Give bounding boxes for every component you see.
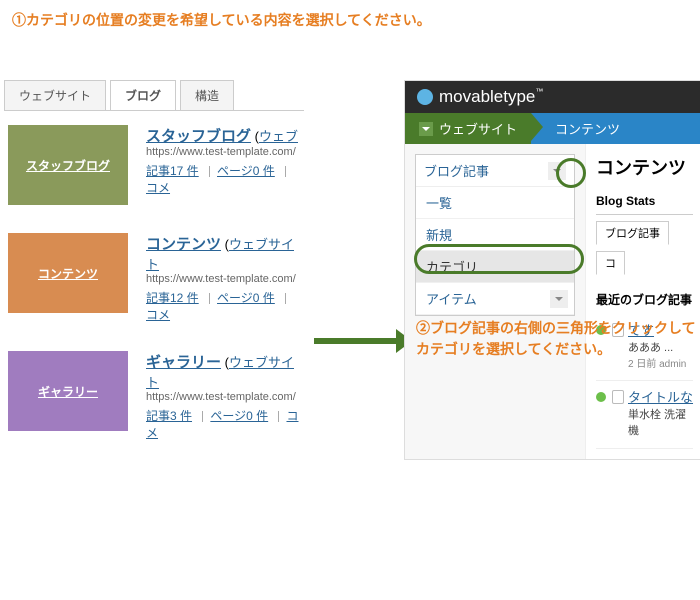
blog-row: ギャラリー ギャラリー (ウェブサイト https://www.test-tem…	[4, 345, 304, 463]
scope-link[interactable]: ウェブ	[259, 129, 298, 144]
entry-row: タイトルな 単水栓 洗濯機	[596, 381, 693, 449]
wrench-icon	[417, 89, 433, 105]
blog-tile-gallery[interactable]: ギャラリー	[8, 351, 128, 431]
blog-meta: ギャラリー (ウェブサイト https://www.test-template.…	[146, 351, 300, 441]
highlight-oval-icon	[414, 244, 584, 274]
pages-link[interactable]: ページ0 件	[217, 164, 275, 178]
blog-tile-contents[interactable]: コンテンツ	[8, 233, 128, 313]
pages-link[interactable]: ページ0 件	[217, 291, 275, 305]
blog-meta: コンテンツ (ウェブサイト https://www.test-template.…	[146, 233, 300, 323]
recent-entries-header: 最近のブログ記事	[596, 291, 693, 308]
entries-link[interactable]: 記事12 件	[146, 291, 199, 305]
mt-body: ブログ記事 一覧 新規 カテゴリ アイテム コンテンツ Blog Stats ブ…	[405, 144, 700, 459]
blog-row: スタッフブログ スタッフブログ (ウェブ https://www.test-te…	[4, 119, 304, 227]
side-item-list[interactable]: 一覧	[416, 187, 574, 219]
blog-title-link[interactable]: ギャラリー	[146, 354, 221, 371]
blog-meta: スタッフブログ (ウェブ https://www.test-template.c…	[146, 125, 300, 205]
side-item-item[interactable]: アイテム	[416, 283, 574, 315]
brand-label: movabletype™	[439, 87, 543, 107]
side-drop-label: ブログ記事	[424, 161, 489, 180]
blog-url: https://www.test-template.com/	[146, 273, 300, 285]
triangle-down-icon[interactable]	[550, 290, 568, 308]
nav-contents[interactable]: コンテンツ	[531, 113, 700, 144]
highlight-circle-icon	[556, 158, 586, 188]
comments-link[interactable]: コメ	[146, 308, 170, 322]
mt-sidebar: ブログ記事 一覧 新規 カテゴリ アイテム	[405, 144, 585, 459]
blog-row: コンテンツ コンテンツ (ウェブサイト https://www.test-tem…	[4, 227, 304, 345]
mt-header: movabletype™	[405, 81, 700, 113]
blog-links: 記事12 件 ページ0 件 コメ	[146, 289, 300, 323]
blog-title-link[interactable]: コンテンツ	[146, 236, 221, 253]
entries-link[interactable]: 記事3 件	[146, 409, 192, 423]
instruction-step1: ①カテゴリの位置の変更を希望している内容を選択してください。	[0, 0, 700, 36]
entries-link[interactable]: 記事17 件	[146, 164, 199, 178]
comments-link[interactable]: コメ	[146, 181, 170, 195]
mt-nav: ウェブサイト コンテンツ	[405, 113, 700, 144]
instruction-step2: ②ブログ記事の右側の三角形をクリックしてカテゴリを選択してください。	[416, 318, 696, 360]
blog-scope: (ウェブ	[255, 129, 298, 144]
blog-url: https://www.test-template.com/	[146, 391, 300, 403]
blog-links: 記事17 件 ページ0 件 コメ	[146, 162, 300, 196]
tab-bar: ウェブサイト ブログ 構造	[4, 80, 304, 111]
chevron-down-icon	[419, 122, 433, 136]
ptab-comments[interactable]: コ	[596, 251, 625, 275]
panel-tabs: ブログ記事コ	[596, 215, 693, 275]
pages-link[interactable]: ページ0 件	[210, 409, 268, 423]
status-ok-icon	[596, 392, 606, 402]
tab-blog[interactable]: ブログ	[110, 80, 176, 110]
blog-links: 記事3 件 ページ0 件 コメ	[146, 407, 300, 441]
tab-website[interactable]: ウェブサイト	[4, 80, 106, 110]
entry-body: 単水栓 洗濯機	[628, 406, 693, 438]
mt-main: コンテンツ Blog Stats ブログ記事コ 最近のブログ記事 てす あああ …	[585, 144, 700, 459]
nav-website[interactable]: ウェブサイト	[405, 113, 531, 144]
side-dropdown: ブログ記事 一覧 新規 カテゴリ アイテム	[415, 154, 575, 316]
panel-header: Blog Stats	[596, 190, 693, 215]
side-drop-head[interactable]: ブログ記事	[416, 155, 574, 187]
document-icon	[612, 390, 624, 404]
left-pane: ウェブサイト ブログ 構造 スタッフブログ スタッフブログ (ウェブ https…	[4, 80, 304, 463]
tab-structure[interactable]: 構造	[180, 80, 234, 110]
blog-url: https://www.test-template.com/	[146, 146, 300, 158]
main-title: コンテンツ	[596, 154, 693, 180]
ptab-entries[interactable]: ブログ記事	[596, 221, 669, 245]
entry-title-link[interactable]: タイトルな	[628, 387, 693, 406]
blog-title-link[interactable]: スタッフブログ	[146, 128, 251, 145]
blog-tile-staff[interactable]: スタッフブログ	[8, 125, 128, 205]
arrow-icon	[314, 338, 410, 344]
